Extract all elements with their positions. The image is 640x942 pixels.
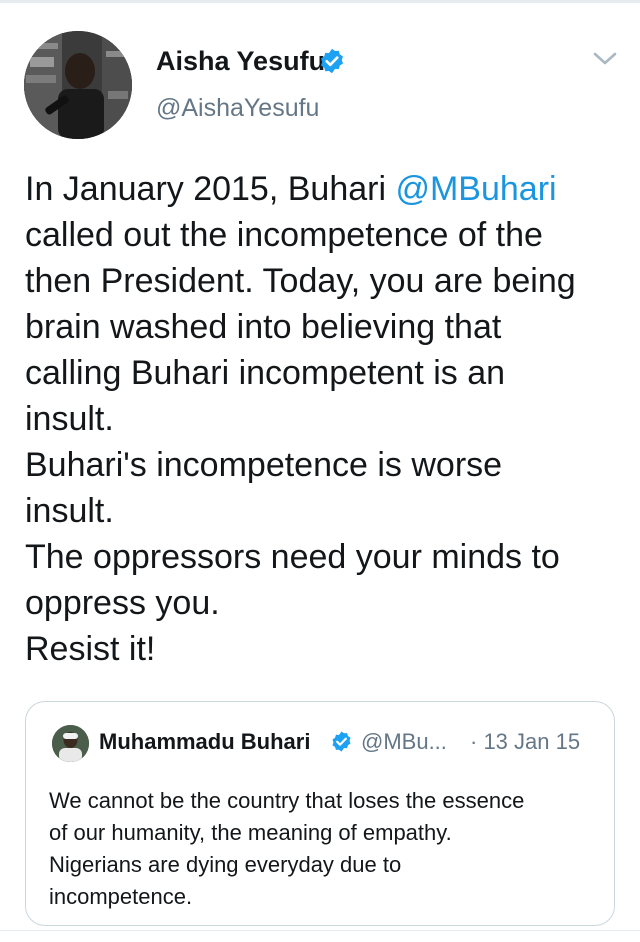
author-avatar[interactable] [24,31,132,139]
tweet-text-line: The oppressors need your minds to [25,538,560,576]
quoted-author-handle[interactable]: @MBu... [361,729,447,755]
mention-link[interactable]: @MBuhari [395,170,556,208]
quoted-text-line: of our humanity, the meaning of empathy. [49,820,452,845]
tweet-text-segment: In January 2015, Buhari [25,170,396,208]
quoted-author-avatar[interactable] [52,725,89,762]
author-name[interactable]: Aisha Yesufu [156,46,325,77]
tweet-text-line: calling Buhari incompetent is an [25,354,506,392]
quoted-tweet-text: We cannot be the country that loses the … [49,785,604,913]
tweet-text-line: Resist it! [25,630,156,668]
chevron-down-icon[interactable] [592,50,618,68]
verified-badge-icon [332,731,351,752]
tweet-text-line: insult. [25,400,114,438]
profile-photo-icon [52,725,89,762]
tweet-text-line: Buhari's incompetence is worse [25,446,503,484]
bottom-divider [0,930,640,942]
verified-badge-icon [321,48,343,74]
tweet-text-line: In January 2015, Buhari @MBuhari [25,166,625,212]
profile-photo-icon [24,31,132,139]
tweet-text: In January 2015, Buhari @MBuhari called … [25,166,625,672]
quoted-tweet-date[interactable]: · 13 Jan 15 [470,729,580,755]
tweet-text-line: oppress you. [25,584,220,622]
top-divider [0,0,640,3]
tweet-text-line: called out the incompetence of the [25,216,543,254]
quoted-tweet-card[interactable]: Muhammadu Buhari @MBu... · 13 Jan 15 We … [25,701,615,926]
quoted-text-line: incompetence. [49,884,193,909]
tweet-text-line: then President. Today, you are being [25,262,576,300]
quoted-author-name[interactable]: Muhammadu Buhari [99,729,310,755]
quoted-text-line: Nigerians are dying everyday due to [49,852,402,877]
tweet-text-line: insult. [25,492,114,530]
author-handle[interactable]: @AishaYesufu [156,94,319,123]
quoted-text-line: We cannot be the country that loses the … [49,788,525,813]
tweet-text-line: brain washed into believing that [25,308,502,346]
